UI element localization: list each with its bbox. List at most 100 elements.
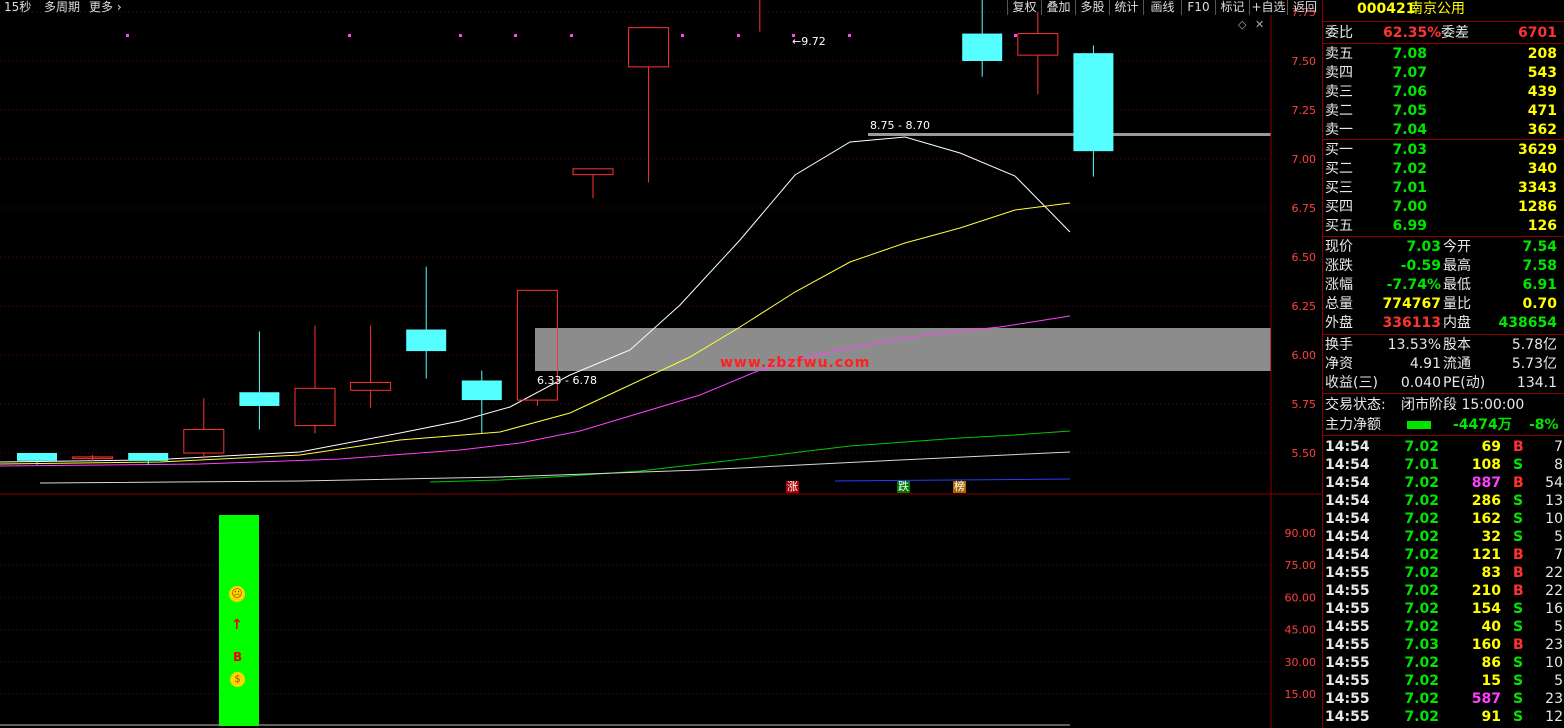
price-tick-label: 6.25 <box>1292 300 1317 313</box>
bid-price: 7.03 <box>1392 142 1427 158</box>
tick-count: 7 <box>1554 439 1563 455</box>
candle[interactable] <box>461 370 502 434</box>
mark-button[interactable]: 标记 <box>1215 0 1249 15</box>
tick-count: 54 <box>1545 475 1563 491</box>
tick-row: 14:54 7.02 121 B 7 <box>1323 546 1564 564</box>
stat-row: 外盘 336113 内盘 438654 <box>1323 314 1564 332</box>
stat-label: 换手 <box>1325 337 1353 353</box>
tick-direction: S <box>1513 619 1524 635</box>
tick-count: 23 <box>1545 637 1563 653</box>
tick-volume: 40 <box>1481 619 1501 635</box>
stat-value: 13.53% <box>1387 337 1441 353</box>
multi-period-button[interactable]: 多周期 <box>44 0 80 14</box>
tick-direction: S <box>1513 673 1524 689</box>
ask-row: 卖二 7.05 471 <box>1323 102 1564 120</box>
period-selector[interactable]: 15秒 <box>4 0 31 14</box>
bid-label: 买二 <box>1325 161 1353 177</box>
tick-time: 14:54 <box>1325 511 1370 527</box>
stat-value: 134.1 <box>1516 375 1557 391</box>
indicator-tick-label: 45.00 <box>1285 624 1317 637</box>
ask-row: 卖三 7.06 439 <box>1323 83 1564 101</box>
up-arrow-icon: ↑ <box>231 617 243 633</box>
multi-stock-button[interactable]: 多股 <box>1075 0 1109 15</box>
tick-time: 14:55 <box>1325 691 1370 707</box>
candle[interactable] <box>239 331 280 430</box>
candle[interactable] <box>1073 45 1114 177</box>
stat-value: 6.91 <box>1522 277 1557 293</box>
top-marker-dot <box>1014 34 1017 37</box>
candle[interactable] <box>350 325 392 408</box>
marker-die[interactable]: 跌 <box>897 481 910 493</box>
candle[interactable] <box>128 453 169 465</box>
tick-direction: B <box>1513 565 1524 581</box>
fuquan-button[interactable]: 复权 <box>1007 0 1041 15</box>
candle[interactable] <box>406 266 447 379</box>
tick-direction: S <box>1513 457 1524 473</box>
tick-time: 14:55 <box>1325 637 1370 653</box>
tick-row: 14:54 7.02 887 B 54 <box>1323 474 1564 492</box>
candle[interactable] <box>183 398 225 459</box>
ask-label: 卖四 <box>1325 65 1353 81</box>
bid-volume: 1286 <box>1518 199 1557 215</box>
tick-time: 14:55 <box>1325 709 1370 725</box>
back-button[interactable]: 返回 <box>1287 0 1322 15</box>
price-tick-label: 6.00 <box>1292 349 1317 362</box>
price-tick-label: 5.75 <box>1292 398 1317 411</box>
stat-value: 7.03 <box>1406 239 1441 255</box>
tick-row: 14:54 7.01 108 S 8 <box>1323 456 1564 474</box>
candle[interactable] <box>572 168 614 199</box>
price-tick-label: 7.50 <box>1292 55 1317 68</box>
top-marker-dot <box>737 34 740 37</box>
draw-line-button[interactable]: 画线 <box>1143 0 1181 15</box>
add-favorite-button[interactable]: +自选 <box>1249 0 1287 15</box>
ask-label: 卖五 <box>1325 46 1353 62</box>
ask-price: 7.05 <box>1392 103 1427 119</box>
tick-volume: 887 <box>1471 475 1501 491</box>
high-price-label: ←9.72 <box>792 35 826 48</box>
tick-count: 23 <box>1545 691 1563 707</box>
stat-row: 涨幅 -7.74% 最低 6.91 <box>1323 276 1564 294</box>
chart-close-icon[interactable]: ✕ <box>1255 18 1264 31</box>
more-menu[interactable]: 更多 › <box>89 0 122 14</box>
tick-price: 7.02 <box>1404 439 1439 455</box>
kline-chart[interactable]: 9.509.259.008.758.508.258.007.757.507.25… <box>0 0 1322 728</box>
stat2-row: 净资 4.91 流通 5.73亿 <box>1323 355 1564 373</box>
bid-price: 7.00 <box>1392 199 1427 215</box>
f10-button[interactable]: F10 <box>1181 0 1215 15</box>
candle[interactable] <box>1017 12 1059 95</box>
ask-price: 7.07 <box>1392 65 1427 81</box>
zone-lower <box>535 328 1271 371</box>
trade-status-row: 交易状态: 闭市阶段 15:00:00 <box>1325 397 1525 413</box>
bid-price: 7.01 <box>1392 180 1427 196</box>
tick-volume: 91 <box>1481 709 1501 725</box>
tick-price: 7.02 <box>1404 619 1439 635</box>
marker-zhang[interactable]: 涨 <box>786 481 799 493</box>
tick-time: 14:54 <box>1325 457 1370 473</box>
bid-volume: 340 <box>1527 161 1557 177</box>
stats-button[interactable]: 统计 <box>1109 0 1143 15</box>
tick-direction: S <box>1513 691 1524 707</box>
bid-volume: 3343 <box>1518 180 1557 196</box>
stat-value: 5.73亿 <box>1511 356 1557 372</box>
stat-label: 最低 <box>1443 277 1471 293</box>
ask-label: 卖一 <box>1325 122 1353 138</box>
tick-row: 14:54 7.02 286 S 13 <box>1323 492 1564 510</box>
bid-price: 7.02 <box>1392 161 1427 177</box>
tick-volume: 587 <box>1471 691 1501 707</box>
candle[interactable] <box>628 27 670 183</box>
indicator-tick-label: 60.00 <box>1285 591 1317 604</box>
chart-options-icon[interactable]: ◇ <box>1238 18 1246 31</box>
candle[interactable] <box>294 325 336 434</box>
tick-volume: 108 <box>1471 457 1501 473</box>
overlay-button[interactable]: 叠加 <box>1041 0 1075 15</box>
tick-time: 14:55 <box>1325 655 1370 671</box>
marker-bang[interactable]: 榜 <box>953 481 966 493</box>
tick-row: 14:55 7.02 210 B 22 <box>1323 582 1564 600</box>
tick-price: 7.01 <box>1404 457 1439 473</box>
stat-row: 涨跌 -0.59 最高 7.58 <box>1323 257 1564 275</box>
tick-time: 14:55 <box>1325 565 1370 581</box>
top-marker-dot <box>126 34 129 37</box>
price-tick-label: 5.50 <box>1292 447 1317 460</box>
stock-name: 南京公用 <box>1409 1 1465 17</box>
candle[interactable] <box>72 454 114 461</box>
